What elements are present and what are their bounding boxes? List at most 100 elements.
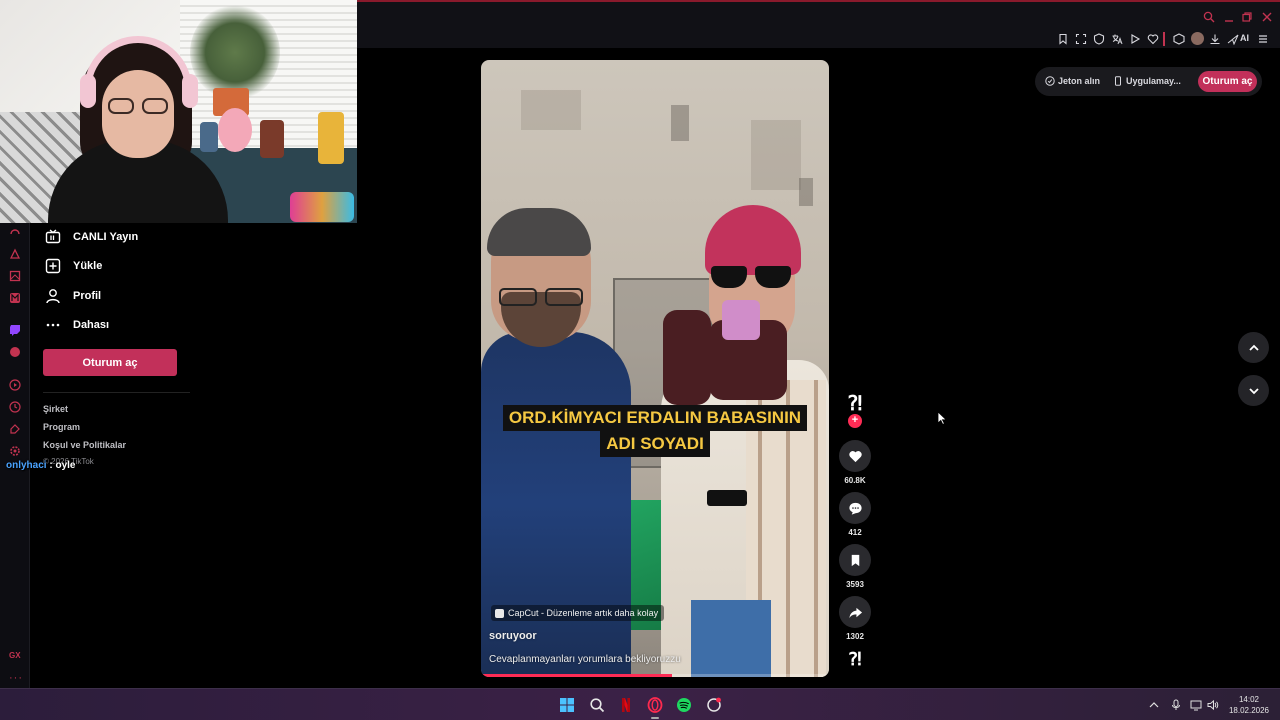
heart-icon[interactable] (1147, 33, 1159, 45)
windows-taskbar: 14:02 18.02.2026 (0, 688, 1280, 720)
screen: GX ··· AI CANLI Yayın Yükle Profil Dahas… (0, 0, 1280, 720)
tray-chevron-up-icon[interactable] (1148, 699, 1160, 711)
video-woman-glove-left (663, 310, 711, 405)
messenger-icon[interactable] (9, 346, 21, 358)
comment-button[interactable] (839, 492, 871, 524)
sidebar-item-live[interactable]: CANLI Yayın (45, 227, 138, 247)
ai-label[interactable]: AI (1240, 33, 1249, 43)
system-clock[interactable]: 14:02 18.02.2026 (1222, 694, 1276, 716)
get-app-button[interactable]: Uygulamay... (1113, 76, 1181, 86)
video-progress-bar[interactable] (481, 674, 829, 677)
comment-count: 412 (848, 528, 862, 537)
play-icon[interactable] (1129, 33, 1141, 45)
sidebar-item-label: CANLI Yayın (73, 231, 139, 243)
previous-video-button[interactable] (1238, 332, 1269, 363)
player-icon[interactable] (9, 379, 21, 391)
save-count: 3593 (846, 580, 864, 589)
clock-date: 18.02.2026 (1228, 706, 1270, 715)
extensions-icon[interactable] (9, 423, 21, 435)
more-dots-icon[interactable]: ··· (9, 672, 23, 684)
video-man-hair (487, 208, 591, 256)
live-tv-icon (45, 229, 61, 245)
header-login-button[interactable]: Oturum aç (1198, 71, 1257, 92)
next-video-button[interactable] (1238, 375, 1269, 406)
video-woman-belt (707, 490, 747, 506)
restore-icon[interactable] (1241, 11, 1253, 23)
extensions-cube-icon[interactable] (1173, 33, 1185, 45)
taskbar-search-icon[interactable] (588, 696, 606, 714)
footer-link-terms[interactable]: Koşul ve Politikalar (43, 440, 126, 450)
webcam-figure-pink (218, 108, 252, 152)
search-icon[interactable] (1203, 11, 1215, 23)
translate-icon[interactable] (1111, 33, 1123, 45)
coin-icon (1045, 76, 1055, 86)
video-wall-stone (751, 120, 801, 190)
sidebar-divider (43, 392, 190, 393)
share-count: 1302 (846, 632, 864, 641)
video-wall-stone (521, 90, 581, 130)
share-button[interactable] (839, 596, 871, 628)
video-caption-line1: ORD.KİMYACI ERDALIN BABASININ (502, 405, 808, 431)
save-button[interactable] (839, 544, 871, 576)
history-icon[interactable] (9, 401, 21, 413)
clock-time: 14:02 (1238, 695, 1260, 704)
webcam-overlay (0, 0, 357, 223)
speed-dial-icon[interactable] (9, 226, 21, 238)
opera-gx-icon[interactable] (646, 696, 664, 714)
top-actions-bar: Jeton alın Uygulamay... Oturum aç (1035, 67, 1262, 96)
wallpaper-icon[interactable] (9, 270, 21, 282)
gx-mods-icon[interactable] (9, 292, 21, 304)
gx-app-icon[interactable] (705, 696, 723, 714)
footer-link-company[interactable]: Şirket (43, 404, 68, 414)
like-count: 60.8K (844, 476, 866, 485)
close-icon[interactable] (1261, 11, 1273, 23)
video-phone (722, 300, 760, 340)
netflix-icon[interactable] (617, 696, 635, 714)
download-icon[interactable] (1209, 33, 1221, 45)
aria-ai-icon[interactable] (1227, 33, 1239, 45)
video-caption-line2: ADI SOYADI (600, 431, 710, 457)
chat-separator: : (49, 460, 53, 471)
chevron-down-icon (1248, 387, 1259, 394)
profile-avatar[interactable] (1191, 32, 1204, 45)
chat-text: oyle (55, 460, 76, 471)
like-button[interactable] (839, 440, 871, 472)
get-app-label: Uygulamay... (1126, 76, 1181, 86)
network-monitor-icon[interactable] (1190, 699, 1202, 711)
microphone-icon[interactable] (1170, 699, 1182, 711)
twitch-icon[interactable] (9, 324, 21, 336)
spotify-icon[interactable] (675, 696, 693, 714)
capcut-text: CapCut - Düzenleme artık daha kolay (508, 608, 659, 618)
video-description: Cevaplanmayanları yorumlara bekliyoruzzu (489, 654, 681, 665)
webcam-figure-small (200, 122, 218, 152)
snapshot-icon[interactable] (1075, 33, 1087, 45)
video-player[interactable]: ORD.KİMYACI ERDALIN BABASININ ADI SOYADI… (481, 60, 829, 677)
capcut-badge[interactable]: CapCut - Düzenleme artık daha kolay (491, 605, 665, 621)
minimize-icon[interactable] (1223, 11, 1235, 23)
footer-link-program[interactable]: Program (43, 422, 80, 432)
settings-gear-icon[interactable] (9, 445, 21, 457)
bookmark-icon[interactable] (1057, 33, 1069, 45)
bookmark-icon (851, 554, 859, 566)
sidebar-item-profile[interactable]: Profil (45, 286, 101, 306)
get-coins-button[interactable]: Jeton alın (1045, 76, 1100, 86)
chat-username: onlyhaci (6, 460, 47, 471)
ai-icon[interactable] (9, 248, 21, 260)
shield-icon[interactable] (1093, 33, 1105, 45)
start-windows-icon[interactable] (558, 696, 576, 714)
heart-icon (848, 450, 862, 462)
sidebar-login-button[interactable]: Oturum aç (43, 349, 177, 376)
menu-icon[interactable] (1257, 33, 1269, 45)
browser-toolbar: AI (357, 0, 1280, 48)
mouse-cursor-icon (937, 411, 947, 425)
video-author[interactable]: soruyoor (489, 630, 537, 642)
video-man-jacket (481, 332, 631, 677)
video-woman-jeans (691, 600, 771, 677)
sidebar-item-upload[interactable]: Yükle (45, 256, 102, 276)
video-wall-stone (799, 178, 813, 206)
music-disc-icon[interactable]: ⁈ (845, 649, 865, 671)
follow-button[interactable]: + (848, 414, 862, 428)
volume-icon[interactable] (1207, 699, 1219, 711)
video-man-glasses (499, 288, 585, 306)
sidebar-item-more[interactable]: Dahası (45, 315, 109, 335)
